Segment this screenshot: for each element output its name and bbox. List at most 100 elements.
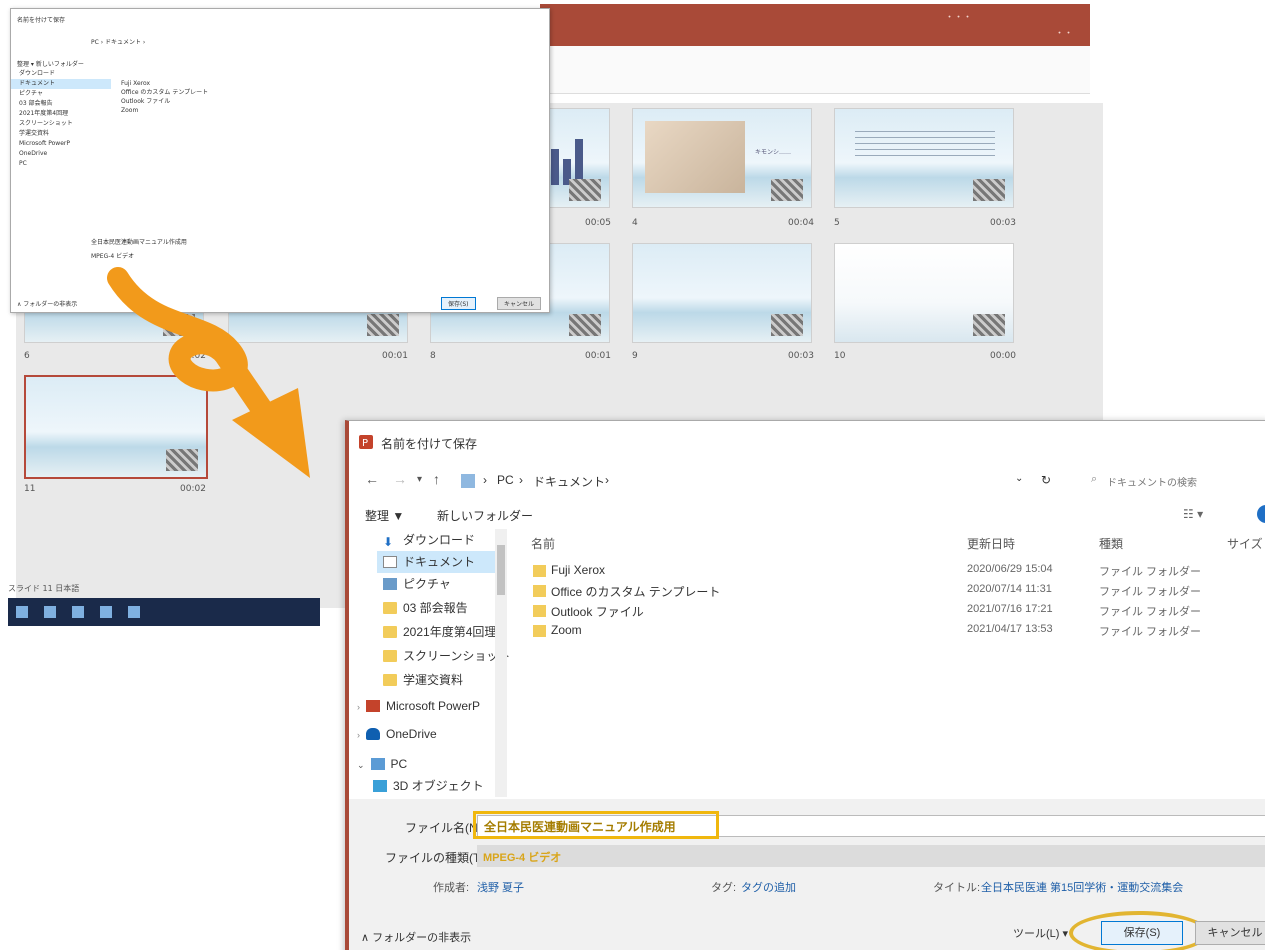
address-dropdown-icon[interactable]: ⌄	[1015, 473, 1023, 484]
author-value[interactable]: 浅野 夏子	[477, 879, 524, 895]
slide-thumbnail[interactable]	[632, 243, 812, 343]
file-name: Outlook ファイル	[551, 605, 644, 619]
back-arrow-icon[interactable]: ←	[365, 471, 379, 487]
breadcrumb-documents[interactable]: ドキュメント	[533, 473, 605, 490]
title-value[interactable]: 全日本民医連 第15回学術・運動交流集会	[981, 879, 1183, 895]
column-name[interactable]: 名前	[531, 535, 555, 552]
small-cancel-button[interactable]: キャンセル	[497, 297, 542, 310]
nav-label: 2021年度第4回理	[403, 625, 497, 639]
view-options-icon[interactable]: ☷ ▾	[1183, 507, 1203, 521]
collapse-chevron-icon[interactable]: ⌄	[357, 760, 365, 770]
start-icon[interactable]	[16, 606, 28, 618]
small-filename[interactable]: 全日本民医連動画マニュアル作成用	[91, 237, 187, 246]
camera-thumb-icon	[771, 314, 803, 336]
taskbar	[8, 598, 320, 626]
refresh-icon[interactable]: ↻	[1041, 473, 1051, 487]
tag-value[interactable]: タグの追加	[741, 879, 796, 895]
nav-label: ダウンロード	[403, 533, 476, 547]
small-dialog-nav: ダウンロード ドキュメント ピクチャ 03 部会報告 2021年度第4回理 スク…	[11, 69, 111, 229]
nav-item-folder[interactable]: 2021年度第4回理	[383, 621, 496, 643]
document-icon	[383, 556, 397, 568]
taskbar-app-icon[interactable]	[44, 606, 56, 618]
file-type: ファイル フォルダー	[1099, 586, 1202, 598]
nav-label: Microsoft PowerP	[386, 699, 481, 713]
small-nav-item[interactable]: ダウンロード	[11, 69, 111, 79]
folder-icon	[533, 625, 546, 637]
nav-item-folder[interactable]: スクリーンショット	[383, 645, 510, 667]
column-size[interactable]: サイズ	[1227, 535, 1263, 552]
small-nav-item[interactable]: 2021年度第4回理	[11, 109, 111, 119]
search-box[interactable]: ⌕ ドキュメントの検索	[1091, 469, 1265, 493]
nav-item-documents[interactable]: ドキュメント	[377, 551, 495, 573]
file-row[interactable]: Fuji Xerox 2020/06/29 15:04 ファイル フォルダー	[529, 561, 1265, 581]
new-folder-button[interactable]: 新しいフォルダー	[437, 507, 533, 524]
organize-button[interactable]: 整理 ▼	[365, 507, 404, 524]
file-row[interactable]: Office のカスタム テンプレート 2020/07/14 11:31 ファイ…	[529, 581, 1265, 601]
file-row[interactable]: Outlook ファイル 2021/07/16 17:21 ファイル フォルダー	[529, 601, 1265, 621]
pc-icon	[461, 474, 475, 488]
slide-thumbnail[interactable]	[834, 108, 1014, 208]
small-filetype[interactable]: MPEG-4 ビデオ	[91, 251, 134, 260]
taskbar-app-icon[interactable]	[100, 606, 112, 618]
slide-thumbnail[interactable]	[834, 243, 1014, 343]
breadcrumb-sep-icon: ›	[519, 473, 523, 487]
slide-thumbnail-selected[interactable]	[24, 375, 208, 479]
small-nav-item[interactable]: 学運交資料	[11, 129, 111, 139]
file-type: ファイル フォルダー	[1099, 606, 1202, 618]
slide-number: 4	[632, 218, 638, 228]
small-file-row[interactable]: Office のカスタム テンプレート	[121, 88, 541, 97]
slide-thumbnail[interactable]: キモンシ……	[632, 108, 812, 208]
filename-highlight-box	[473, 811, 719, 839]
taskbar-app-icon[interactable]	[72, 606, 84, 618]
hide-folders-toggle[interactable]: ∧ フォルダーの非表示	[361, 929, 471, 945]
search-placeholder: ドキュメントの検索	[1107, 478, 1197, 489]
camera-thumb-icon	[771, 179, 803, 201]
small-nav-item[interactable]: Microsoft PowerP	[11, 139, 111, 149]
small-nav-item[interactable]: PC	[11, 159, 111, 169]
small-nav-item[interactable]: スクリーンショット	[11, 119, 111, 129]
help-icon[interactable]	[1257, 505, 1265, 523]
expand-chevron-icon[interactable]: ›	[357, 730, 360, 740]
breadcrumb-pc[interactable]: PC	[497, 473, 514, 487]
recent-chevron-icon[interactable]: ▾	[417, 474, 422, 485]
up-arrow-icon[interactable]: ↑	[433, 471, 440, 487]
nav-item-downloads[interactable]: ⬇ ダウンロード	[383, 529, 475, 551]
small-nav-item[interactable]: ドキュメント	[11, 79, 111, 89]
nav-label: 3D オブジェクト	[393, 779, 484, 793]
nav-item-powerpoint[interactable]: › Microsoft PowerP	[357, 695, 480, 717]
file-type: ファイル フォルダー	[1099, 566, 1202, 578]
filetype-label: ファイルの種類(T):	[385, 851, 488, 865]
slide-time: 00:03	[990, 218, 1016, 228]
small-hide-folders[interactable]: ∧ フォルダーの非表示	[17, 299, 77, 308]
small-nav-item[interactable]: OneDrive	[11, 149, 111, 159]
folder-icon	[533, 585, 546, 597]
file-row[interactable]: Zoom 2021/04/17 13:53 ファイル フォルダー	[529, 621, 1265, 641]
scroll-thumb[interactable]	[497, 545, 505, 595]
nav-item-pictures[interactable]: ピクチャ	[383, 573, 451, 595]
nav-item-3d-objects[interactable]: 3D オブジェクト	[373, 775, 484, 793]
small-save-button[interactable]: 保存(S)	[441, 297, 476, 310]
small-file-row[interactable]: Fuji Xerox	[121, 79, 541, 88]
column-type[interactable]: 種類	[1099, 535, 1123, 552]
cancel-button[interactable]: キャンセル	[1195, 921, 1265, 945]
column-date[interactable]: 更新日時	[967, 535, 1015, 552]
expand-chevron-icon[interactable]: ›	[357, 702, 360, 712]
small-nav-item[interactable]: 03 部会報告	[11, 99, 111, 109]
address-bar[interactable]: › PC › ドキュメント › ⌄ ↻	[461, 469, 1061, 493]
small-nav-item[interactable]: ピクチャ	[11, 89, 111, 99]
camera-thumb-icon	[569, 179, 601, 201]
forward-arrow-icon[interactable]: →	[393, 471, 407, 487]
small-file-row[interactable]: Zoom	[121, 106, 541, 115]
slide-time: 00:02	[180, 484, 206, 494]
nav-item-onedrive[interactable]: › OneDrive	[357, 723, 437, 745]
folder-icon	[383, 602, 397, 614]
nav-item-folder[interactable]: 学運交資料	[383, 669, 463, 691]
nav-scrollbar[interactable]	[495, 529, 507, 797]
nav-item-folder[interactable]: 03 部会報告	[383, 597, 468, 619]
tools-button[interactable]: ツール(L) ▾	[1013, 925, 1068, 941]
nav-item-pc[interactable]: ⌄ PC	[357, 753, 407, 775]
filetype-select[interactable]: MPEG-4 ビデオ	[477, 845, 1265, 867]
taskbar-app-icon[interactable]	[128, 606, 140, 618]
dialog-title: 名前を付けて保存	[381, 437, 478, 451]
small-file-row[interactable]: Outlook ファイル	[121, 97, 541, 106]
